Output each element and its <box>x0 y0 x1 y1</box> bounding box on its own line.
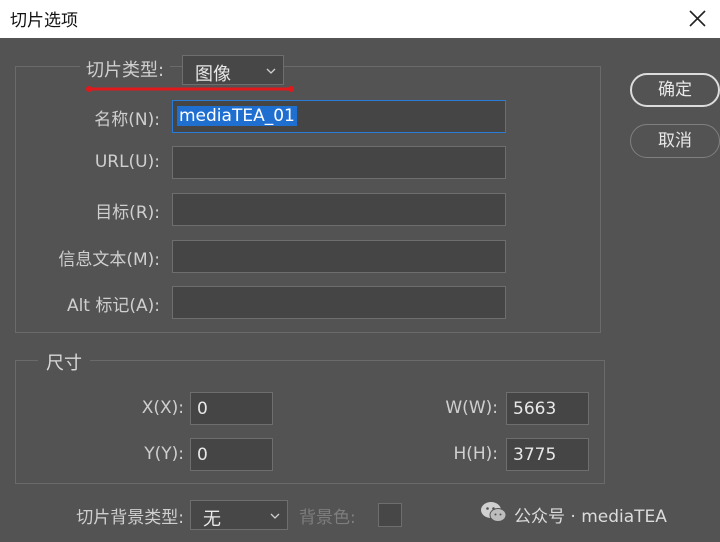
background-type-label: 切片背景类型: <box>76 508 184 528</box>
wechat-icon <box>481 502 507 522</box>
window-title: 切片选项 <box>10 11 78 31</box>
h-label: H(H): <box>453 444 498 464</box>
name-field[interactable]: mediaTEA_01 <box>172 100 506 133</box>
slice-type-select[interactable]: 图像 <box>182 55 284 85</box>
slice-type-value: 图像 <box>195 64 231 85</box>
y-label: Y(Y): <box>144 444 184 464</box>
close-icon <box>689 10 706 27</box>
alt-tag-label: Alt 标记(A): <box>66 296 160 316</box>
h-value: 3775 <box>513 445 557 465</box>
cancel-button[interactable]: 取消 <box>630 124 720 158</box>
title-bar: 切片选项 <box>0 0 720 38</box>
background-type-select[interactable]: 无 <box>190 500 288 530</box>
y-field[interactable]: 0 <box>190 438 273 471</box>
message-text-field[interactable] <box>172 240 506 273</box>
background-color-label: 背景色: <box>299 508 356 528</box>
chevron-down-icon <box>266 68 276 74</box>
y-value: 0 <box>197 445 208 465</box>
x-value: 0 <box>197 399 208 419</box>
url-field[interactable] <box>172 146 506 179</box>
x-label: X(X): <box>141 398 184 418</box>
name-value: mediaTEA_01 <box>177 106 297 126</box>
target-field[interactable] <box>172 193 506 226</box>
background-type-value: 无 <box>203 509 221 530</box>
w-label: W(W): <box>445 398 498 418</box>
w-field[interactable]: 5663 <box>506 392 589 425</box>
x-field[interactable]: 0 <box>190 392 273 425</box>
annotation-underline <box>86 86 294 92</box>
w-value: 5663 <box>513 399 557 419</box>
chevron-down-icon <box>270 513 280 519</box>
slice-type-label: 切片类型: <box>80 56 171 82</box>
watermark-text: 公众号 · mediaTEA <box>514 507 667 527</box>
name-label: 名称(N): <box>94 110 160 130</box>
ok-button[interactable]: 确定 <box>630 73 720 107</box>
alt-tag-field[interactable] <box>172 286 506 319</box>
target-label: 目标(R): <box>95 203 160 223</box>
close-button[interactable] <box>682 4 712 34</box>
h-field[interactable]: 3775 <box>506 438 589 471</box>
background-color-swatch[interactable] <box>378 503 402 527</box>
url-label: URL(U): <box>94 152 160 172</box>
message-text-label: 信息文本(M): <box>58 250 160 270</box>
size-group-title: 尺寸 <box>38 349 90 375</box>
